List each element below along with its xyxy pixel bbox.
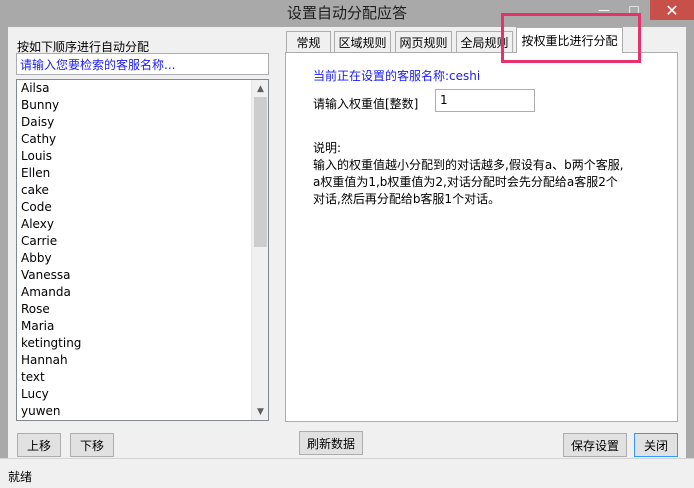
agent-list-item[interactable]: Amanda — [17, 284, 268, 301]
agent-search-input[interactable]: 请输入您要检索的客服名称... — [16, 53, 269, 75]
weight-settings-panel: 当前正在设置的客服名称:ceshi 请输入权重值[整数] 1 说明: 输入的权重… — [285, 52, 678, 422]
status-bar: 就绪 — [0, 458, 694, 488]
agent-list-item[interactable]: cake — [17, 182, 268, 199]
agent-list-item[interactable]: Maria — [17, 318, 268, 335]
weight-input[interactable]: 1 — [435, 89, 535, 112]
dialog-client-area: 按如下顺序进行自动分配 请输入您要检索的客服名称... Ailsa Bunny Da… — [8, 13, 686, 458]
move-down-button[interactable]: 下移 — [70, 433, 114, 457]
agent-list-item[interactable]: Ailsa — [17, 80, 268, 97]
agent-list-item[interactable]: Bunny — [17, 97, 268, 114]
tab-general[interactable]: 常规 — [286, 31, 331, 53]
move-up-button[interactable]: 上移 — [17, 433, 61, 457]
agent-list-item[interactable]: Lucy — [17, 386, 268, 403]
dialog-window: 设置自动分配应答 — □ ✕ 按如下顺序进行自动分配 请输入您要检索的客服名称.… — [0, 0, 694, 488]
agent-list-item[interactable]: Carrie — [17, 233, 268, 250]
agent-list-item[interactable]: ketingting — [17, 335, 268, 352]
agent-list-item[interactable]: Louis — [17, 148, 268, 165]
refresh-data-button[interactable]: 刷新数据 — [299, 431, 363, 455]
agent-list-items: Ailsa Bunny Daisy Cathy Louis Ellen cake Code Al… — [17, 80, 268, 420]
note-line: 对话,然后再分配给b客服1个对话。 — [313, 192, 501, 206]
tab-region-rules[interactable]: 区域规则 — [334, 31, 391, 53]
agent-list-item[interactable]: Alexy — [17, 216, 268, 233]
note-text: 输入的权重值越小分配到的对话越多,假设有a、b两个客服, a权重值为1,b权重值… — [313, 157, 658, 208]
agent-list-item[interactable]: Code — [17, 199, 268, 216]
note-line: a权重值为1,b权重值为2,对话分配时会先分配给a客服2个 — [313, 175, 618, 189]
tab-web-rules[interactable]: 网页规则 — [395, 31, 452, 53]
agent-list-item[interactable]: yuwen — [17, 403, 268, 420]
agent-list[interactable]: Ailsa Bunny Daisy Cathy Louis Ellen cake Code Al… — [16, 79, 269, 421]
close-window-button[interactable]: ✕ — [650, 0, 694, 20]
note-title: 说明: — [313, 141, 342, 155]
current-agent-label: 当前正在设置的客服名称:ceshi — [313, 69, 481, 83]
agent-list-item[interactable]: Rose — [17, 301, 268, 318]
scroll-down-icon[interactable]: ▼ — [252, 403, 268, 420]
save-settings-button[interactable]: 保存设置 — [563, 433, 627, 457]
note-line: 输入的权重值越小分配到的对话越多,假设有a、b两个客服, — [313, 158, 624, 172]
agent-list-item[interactable]: Daisy — [17, 114, 268, 131]
scroll-up-icon[interactable]: ▲ — [252, 80, 268, 97]
close-button[interactable]: 关闭 — [634, 433, 678, 457]
scroll-thumb[interactable] — [254, 97, 267, 247]
weight-label: 请输入权重值[整数] — [313, 97, 419, 111]
agent-list-item[interactable]: Abby — [17, 250, 268, 267]
agent-list-item[interactable]: Hannah — [17, 352, 268, 369]
status-text: 就绪 — [8, 470, 33, 484]
list-scrollbar[interactable]: ▲ ▼ — [251, 80, 268, 420]
tab-highlight-box — [501, 13, 641, 63]
agent-list-item[interactable]: Ellen — [17, 165, 268, 182]
agent-list-item[interactable]: Vanessa — [17, 267, 268, 284]
agent-list-item[interactable]: text — [17, 369, 268, 386]
agent-list-item[interactable]: Cathy — [17, 131, 268, 148]
